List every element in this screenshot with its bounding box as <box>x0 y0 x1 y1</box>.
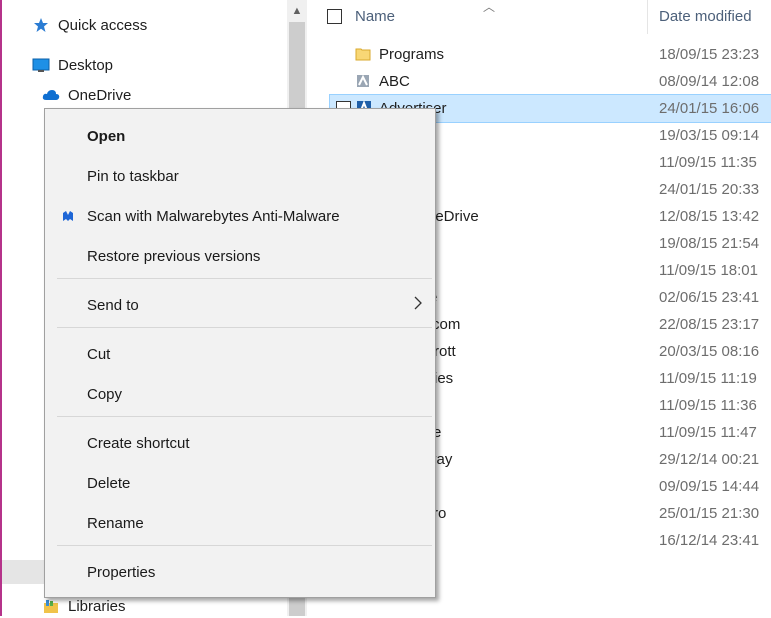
menu-item-open[interactable]: Open <box>45 119 435 153</box>
column-name-header[interactable]: Name <box>355 8 395 25</box>
menu-separator <box>57 327 432 328</box>
file-date: 22/08/15 23:17 <box>659 316 760 333</box>
menu-item-restore-versions[interactable]: Restore previous versions <box>45 239 435 273</box>
nav-item-label: OneDrive <box>68 86 132 104</box>
menu-item-label: Open <box>87 127 126 145</box>
file-date: 02/06/15 23:41 <box>659 289 760 306</box>
file-date: 11/09/15 18:01 <box>659 262 758 279</box>
sort-ascending-icon: ︿ <box>483 0 496 14</box>
column-header: ︿ Name Date modified <box>307 0 771 34</box>
table-row[interactable]: Programs 18/09/15 23:23 <box>307 41 771 68</box>
nav-item-onedrive[interactable]: OneDrive <box>42 83 131 107</box>
file-date: 12/08/15 13:42 <box>659 208 760 225</box>
desktop-icon <box>32 56 50 74</box>
menu-item-rename[interactable]: Rename <box>45 506 435 540</box>
nav-item-label: Quick access <box>58 16 148 34</box>
select-all-checkbox[interactable] <box>327 9 342 24</box>
menu-item-label: Delete <box>87 474 131 492</box>
menu-item-delete[interactable]: Delete <box>45 466 435 500</box>
library-icon <box>42 597 60 615</box>
file-name: com <box>432 316 461 333</box>
folder-icon <box>355 46 371 62</box>
menu-item-properties[interactable]: Properties <box>45 555 435 589</box>
menu-item-label: Cut <box>87 345 111 363</box>
column-date-header[interactable]: Date modified <box>659 8 752 25</box>
menu-item-send-to[interactable]: Send to <box>45 288 435 322</box>
menu-item-cut[interactable]: Cut <box>45 337 435 371</box>
column-divider[interactable] <box>647 0 648 34</box>
file-date: 24/01/15 20:33 <box>659 181 760 198</box>
menu-item-label: Copy <box>87 385 123 403</box>
file-name: ABC <box>379 73 410 90</box>
file-date: 20/03/15 08:16 <box>659 343 760 360</box>
chevron-right-icon <box>413 295 423 316</box>
file-date: 18/09/15 23:23 <box>659 46 760 63</box>
scroll-up-icon[interactable]: ▲ <box>287 0 307 22</box>
file-date: 11/09/15 11:19 <box>659 370 757 387</box>
nav-item-quick-access[interactable]: Quick access <box>32 13 147 37</box>
cloud-icon <box>42 86 60 104</box>
file-date: 19/08/15 21:54 <box>659 235 760 252</box>
menu-item-label: Create shortcut <box>87 434 190 452</box>
menu-item-label: Properties <box>87 563 156 581</box>
menu-item-scan-malwarebytes[interactable]: Scan with Malwarebytes Anti-Malware <box>45 199 435 233</box>
file-date: 25/01/15 21:30 <box>659 505 760 522</box>
app-icon <box>355 73 371 89</box>
file-date: 11/09/15 11:35 <box>659 154 757 171</box>
malwarebytes-icon <box>61 209 75 223</box>
menu-separator <box>57 278 432 279</box>
table-row[interactable]: ABC 08/09/14 12:08 <box>307 68 771 95</box>
menu-item-label: Pin to taskbar <box>87 167 179 185</box>
file-date: 16/12/14 23:41 <box>659 532 760 549</box>
context-menu: Open Pin to taskbar Scan with Malwarebyt… <box>44 108 436 598</box>
menu-item-label: Restore previous versions <box>87 247 261 265</box>
menu-separator <box>57 416 432 417</box>
file-date: 09/09/15 14:44 <box>659 478 760 495</box>
file-date: 11/09/15 11:47 <box>659 424 757 441</box>
menu-item-pin-taskbar[interactable]: Pin to taskbar <box>45 159 435 193</box>
file-date: 29/12/14 00:21 <box>659 451 760 468</box>
menu-item-copy[interactable]: Copy <box>45 377 435 411</box>
nav-item-label: Desktop <box>58 56 114 74</box>
menu-item-label: Rename <box>87 514 144 532</box>
menu-separator <box>57 545 432 546</box>
file-name: Programs <box>379 46 445 63</box>
menu-item-label: Scan with Malwarebytes Anti-Malware <box>87 207 340 225</box>
menu-item-label: Send to <box>87 296 139 314</box>
file-date: 11/09/15 11:36 <box>659 397 757 414</box>
nav-item-label: Libraries <box>68 597 126 615</box>
file-date: 08/09/14 12:08 <box>659 73 760 90</box>
star-icon <box>32 16 50 34</box>
file-date: 24/01/15 16:06 <box>659 100 760 117</box>
menu-item-create-shortcut[interactable]: Create shortcut <box>45 426 435 460</box>
nav-item-desktop[interactable]: Desktop <box>32 53 113 77</box>
file-date: 19/03/15 09:14 <box>659 127 760 144</box>
